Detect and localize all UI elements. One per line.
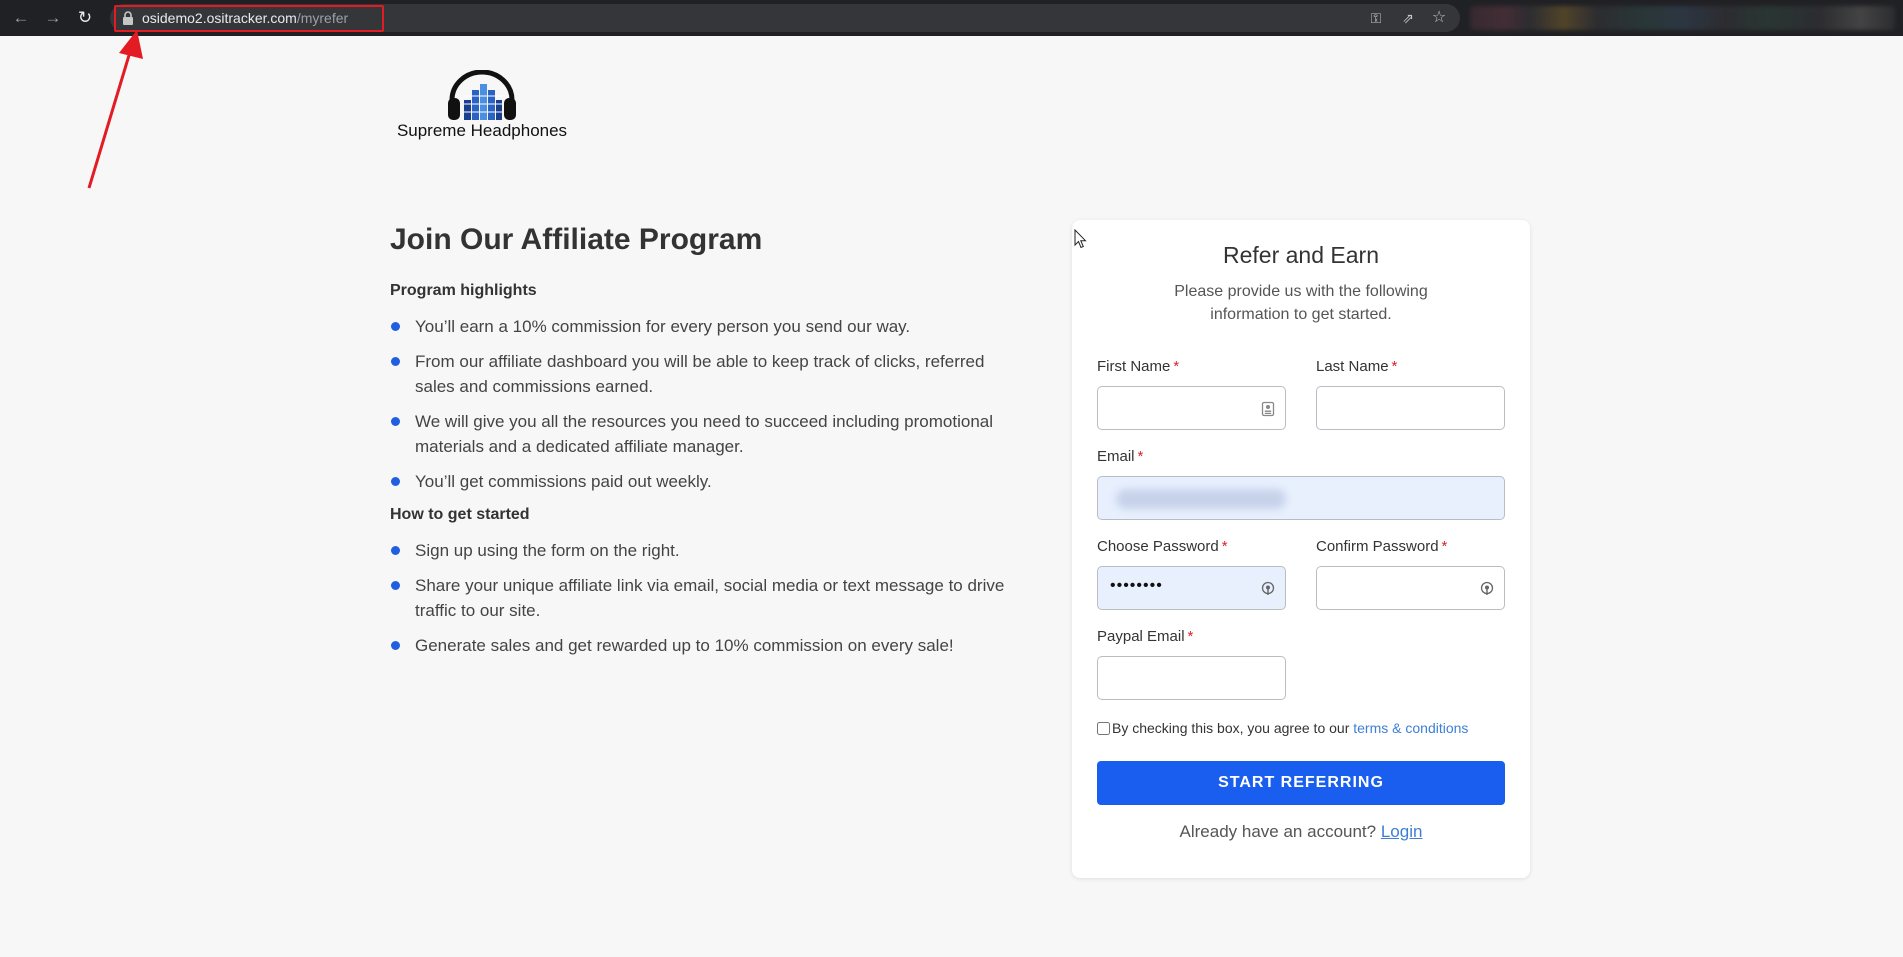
contact-card-icon[interactable] [1261, 401, 1275, 417]
required-mark: * [1187, 628, 1194, 645]
terms-text: By checking this box, you agree to our [1112, 720, 1354, 736]
confirm-password-label-text: Confirm Password [1316, 538, 1439, 555]
list-item: We will give you all the resources you n… [390, 409, 1010, 459]
terms-link[interactable]: terms & conditions [1353, 720, 1468, 736]
brand-logo[interactable]: Supreme Headphones [393, 68, 571, 144]
password-key-icon[interactable] [1480, 581, 1494, 597]
login-link[interactable]: Login [1381, 822, 1423, 841]
password-value: •••••••• [1110, 577, 1163, 594]
last-name-label-text: Last Name [1316, 358, 1389, 375]
page-title: Join Our Affiliate Program [390, 223, 763, 256]
key-icon[interactable]: ⚿ [1367, 9, 1385, 27]
password-input[interactable]: •••••••• [1097, 566, 1286, 610]
terms-checkbox[interactable] [1097, 722, 1110, 735]
email-label: Email * [1097, 448, 1143, 465]
list-item: Sign up using the form on the right. [390, 538, 1010, 563]
list-item: From our affiliate dashboard you will be… [390, 349, 1010, 399]
extensions-area [1470, 6, 1895, 30]
password-label: Choose Password * [1097, 538, 1228, 555]
bookmark-star-icon[interactable]: ☆ [1430, 9, 1448, 27]
required-mark: * [1441, 538, 1448, 555]
highlights-heading: Program highlights [390, 282, 537, 299]
highlights-list: You’ll earn a 10% commission for every p… [390, 314, 1010, 494]
last-name-input[interactable] [1316, 386, 1505, 430]
first-name-label-text: First Name [1097, 358, 1171, 375]
form-title: Refer and Earn [1223, 242, 1379, 268]
paypal-email-label-text: Paypal Email [1097, 628, 1185, 645]
login-prompt-text: Already have an account? [1179, 822, 1381, 841]
list-item: You’ll earn a 10% commission for every p… [390, 314, 1010, 339]
confirm-password-label: Confirm Password * [1316, 538, 1447, 555]
headphones-logo-icon [448, 70, 516, 120]
annotation-arrow [87, 30, 143, 189]
required-mark: * [1173, 358, 1180, 375]
form-subtitle: Please provide us with the following inf… [1174, 283, 1428, 323]
last-name-label: Last Name * [1316, 358, 1397, 375]
first-name-label: First Name * [1097, 358, 1179, 375]
first-name-input[interactable] [1097, 386, 1286, 430]
program-info: Join Our Affiliate Program Program highl… [390, 218, 1010, 668]
redacted-email-value [1116, 489, 1286, 509]
paypal-email-input[interactable] [1097, 656, 1286, 700]
signup-card: Refer and Earn Please provide us with th… [1072, 220, 1530, 878]
steps-list: Sign up using the form on the right. Sha… [390, 538, 1010, 658]
required-mark: * [1391, 358, 1398, 375]
email-input[interactable] [1097, 476, 1505, 520]
mouse-cursor-icon [1074, 229, 1087, 249]
login-prompt: Already have an account? Login [1072, 822, 1530, 842]
required-mark: * [1221, 538, 1228, 555]
list-item: Generate sales and get rewarded up to 10… [390, 633, 1010, 658]
start-referring-button[interactable]: START REFERRING [1097, 761, 1505, 805]
list-item: You’ll get commissions paid out weekly. [390, 469, 1010, 494]
steps-heading: How to get started [390, 506, 530, 523]
password-key-icon[interactable] [1261, 581, 1275, 597]
password-label-text: Choose Password [1097, 538, 1219, 555]
paypal-email-label: Paypal Email * [1097, 628, 1193, 645]
email-label-text: Email [1097, 448, 1135, 465]
confirm-password-input[interactable] [1316, 566, 1505, 610]
terms-agreement: By checking this box, you agree to our t… [1097, 720, 1468, 736]
brand-name: Supreme Headphones [396, 121, 568, 140]
list-item: Share your unique affiliate link via ema… [390, 573, 1010, 623]
share-icon[interactable]: ⇗ [1399, 9, 1417, 27]
required-mark: * [1137, 448, 1144, 465]
